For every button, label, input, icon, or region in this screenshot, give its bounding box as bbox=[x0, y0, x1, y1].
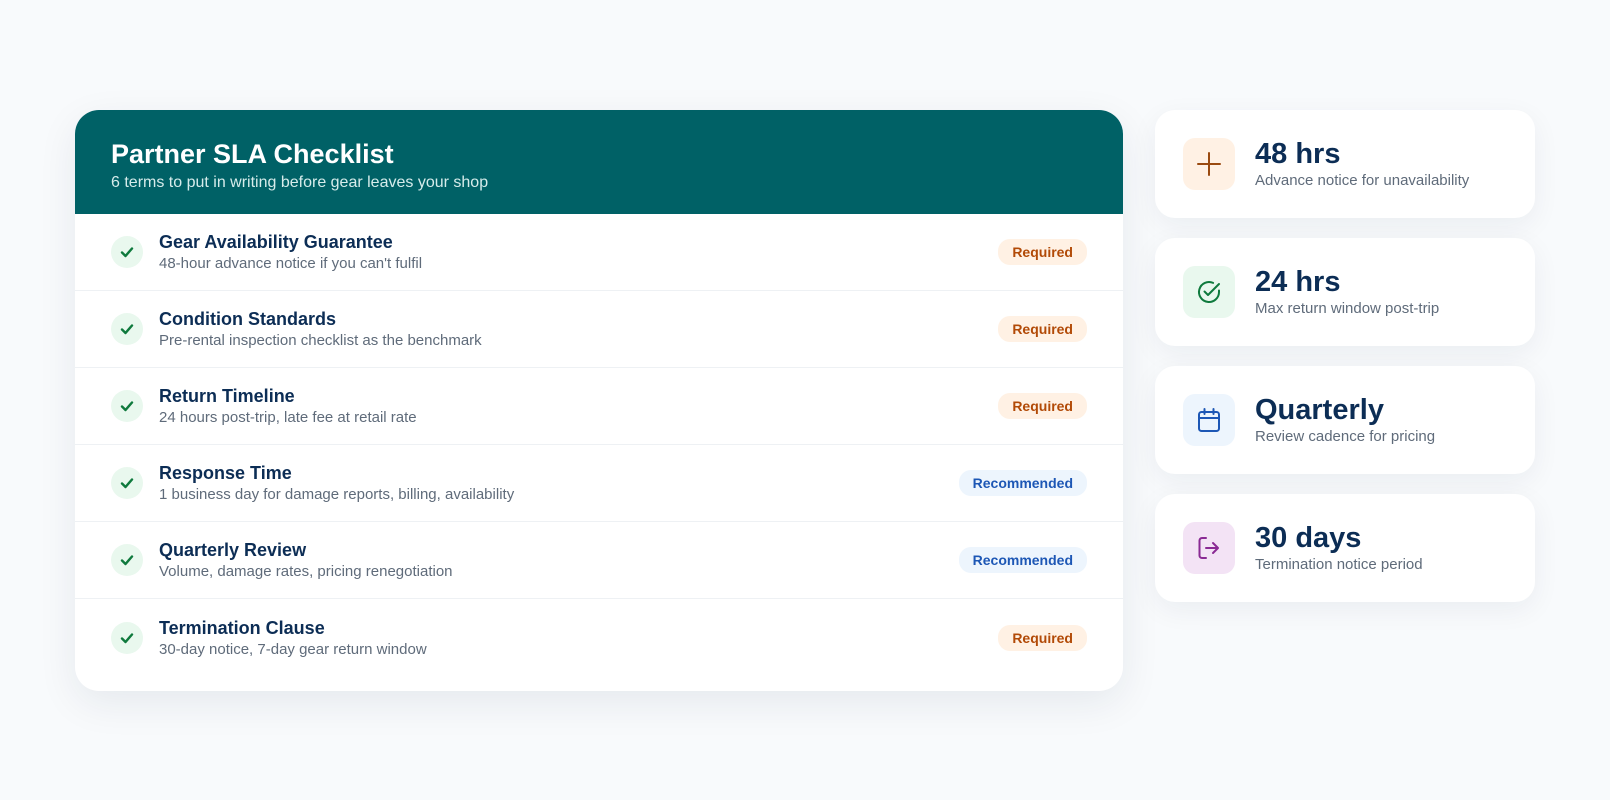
required-badge: Required bbox=[998, 316, 1087, 342]
stat-value: 30 days bbox=[1255, 522, 1362, 554]
required-badge: Required bbox=[998, 624, 1087, 651]
checkmark-icon bbox=[111, 544, 143, 576]
stat-label: Review cadence for pricing bbox=[1255, 428, 1436, 445]
stats-column: 48 hrs Advance notice for unavailability… bbox=[1155, 110, 1535, 622]
required-badge: Required bbox=[998, 239, 1087, 265]
stat-value: 48 hrs bbox=[1255, 138, 1341, 170]
item-description: 1 business day for damage reports, billi… bbox=[159, 486, 515, 503]
item-description: 48-hour advance notice if you can't fulf… bbox=[159, 255, 423, 272]
calendar-icon bbox=[1183, 394, 1235, 446]
stat-label: Advance notice for unavailability bbox=[1255, 172, 1470, 189]
checkmark-icon bbox=[111, 313, 143, 345]
check-circle-icon bbox=[1183, 266, 1235, 318]
item-description: Pre-rental inspection checklist as the b… bbox=[159, 332, 482, 349]
checklist-subtitle: 6 terms to put in writing before gear le… bbox=[111, 174, 489, 191]
item-description: Volume, damage rates, pricing renegotiat… bbox=[159, 563, 453, 580]
stat-card-termination-notice: 30 days Termination notice period bbox=[1155, 494, 1535, 602]
stat-card-review-cadence: Quarterly Review cadence for pricing bbox=[1155, 366, 1535, 474]
sla-checklist-card: Partner SLA Checklist 6 terms to put in … bbox=[75, 110, 1123, 691]
checkmark-icon bbox=[111, 621, 143, 654]
checkmark-icon bbox=[111, 467, 143, 499]
stat-label: Max return window post-trip bbox=[1255, 300, 1440, 317]
checklist-item-termination-clause: Termination Clause 30-day notice, 7-day … bbox=[75, 599, 1123, 676]
checklist-item-response-time: Response Time 1 business day for damage … bbox=[75, 445, 1123, 522]
checkmark-icon bbox=[111, 390, 143, 422]
item-title: Quarterly Review bbox=[159, 540, 307, 560]
plus-icon bbox=[1183, 138, 1235, 190]
exit-icon bbox=[1183, 522, 1235, 574]
item-title: Response Time bbox=[159, 463, 292, 483]
checklist-item-gear-availability: Gear Availability Guarantee 48-hour adva… bbox=[75, 214, 1123, 291]
stat-value: 24 hrs bbox=[1255, 266, 1341, 298]
stat-value: Quarterly bbox=[1255, 394, 1384, 426]
checklist-title: Partner SLA Checklist bbox=[111, 139, 394, 169]
item-title: Return Timeline bbox=[159, 386, 295, 406]
checklist-item-condition-standards: Condition Standards Pre-rental inspectio… bbox=[75, 291, 1123, 368]
checkmark-icon bbox=[111, 236, 143, 268]
required-badge: Required bbox=[998, 393, 1087, 419]
stat-card-return-window: 24 hrs Max return window post-trip bbox=[1155, 238, 1535, 346]
recommended-badge: Recommended bbox=[958, 470, 1087, 496]
stat-label: Termination notice period bbox=[1255, 556, 1423, 573]
item-title: Termination Clause bbox=[159, 617, 325, 638]
item-title: Condition Standards bbox=[159, 309, 336, 329]
checklist-item-quarterly-review: Quarterly Review Volume, damage rates, p… bbox=[75, 522, 1123, 599]
recommended-badge: Recommended bbox=[958, 547, 1087, 573]
item-description: 30-day notice, 7-day gear return window bbox=[159, 640, 427, 658]
item-title: Gear Availability Guarantee bbox=[159, 232, 393, 252]
stat-card-advance-notice: 48 hrs Advance notice for unavailability bbox=[1155, 110, 1535, 218]
item-description: 24 hours post-trip, late fee at retail r… bbox=[159, 409, 417, 426]
checklist-item-return-timeline: Return Timeline 24 hours post-trip, late… bbox=[75, 368, 1123, 445]
checklist-header: Partner SLA Checklist 6 terms to put in … bbox=[75, 110, 1123, 214]
checklist-items: Gear Availability Guarantee 48-hour adva… bbox=[75, 214, 1123, 676]
